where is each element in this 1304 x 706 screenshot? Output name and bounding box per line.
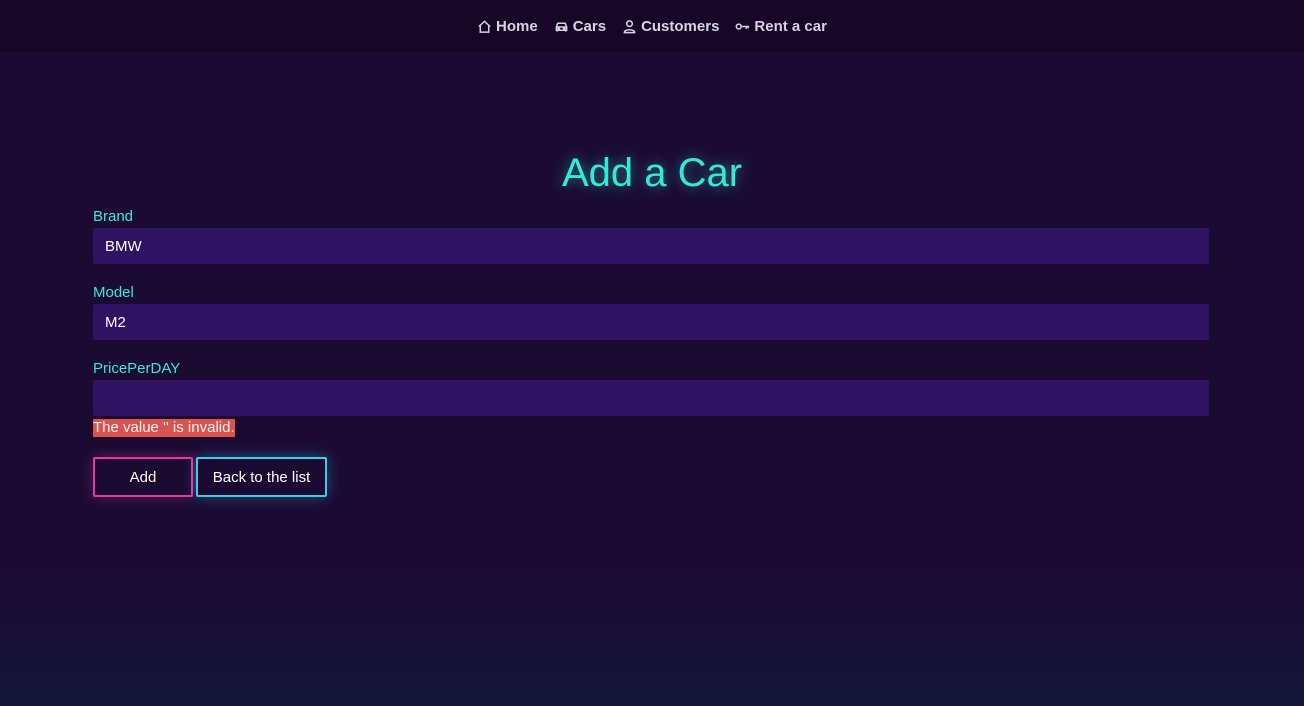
- user-icon: [623, 19, 636, 33]
- back-to-list-button[interactable]: Back to the list: [196, 457, 327, 497]
- nav-home[interactable]: Home: [477, 18, 538, 35]
- page-title: Add a Car: [561, 151, 743, 195]
- add-button[interactable]: Add: [93, 457, 193, 497]
- model-field-group: Model: [93, 284, 1209, 340]
- car-icon: [555, 21, 568, 32]
- price-label: PricePerDAY: [93, 360, 181, 377]
- brand-field-group: Brand: [93, 208, 1209, 264]
- home-icon: [478, 19, 491, 33]
- key-icon: [735, 22, 750, 30]
- model-label: Model: [93, 284, 134, 301]
- nav-customers[interactable]: Customers: [622, 18, 719, 35]
- nav-cars[interactable]: Cars: [554, 18, 606, 35]
- price-error-message: The value '' is invalid.: [93, 419, 235, 437]
- nav-cars-label: Cars: [572, 17, 607, 35]
- price-field-group: PricePerDAY: [93, 360, 1209, 416]
- nav-rent-a-car-label: Rent a car: [754, 17, 827, 35]
- nav-rent-a-car[interactable]: Rent a car: [735, 18, 827, 35]
- brand-input[interactable]: [93, 228, 1209, 264]
- nav-home-label: Home: [496, 17, 538, 35]
- price-input[interactable]: [93, 380, 1209, 416]
- brand-label: Brand: [93, 208, 134, 225]
- nav-customers-label: Customers: [641, 17, 720, 35]
- top-navbar: Home Cars Customers Rent a car: [0, 0, 1304, 52]
- model-input[interactable]: [93, 304, 1209, 340]
